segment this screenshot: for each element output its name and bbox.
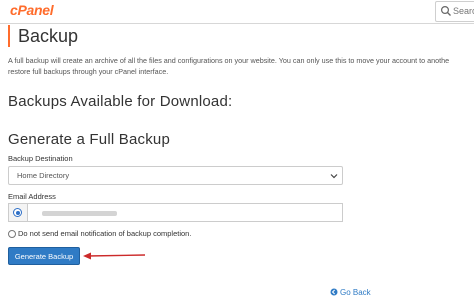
- generate-backup-heading: Generate a Full Backup: [8, 131, 170, 148]
- backup-destination-value: Home Directory: [17, 171, 70, 180]
- redacted-email-mask: [42, 211, 117, 216]
- backup-destination-label: Backup Destination: [8, 154, 73, 163]
- email-radio-cell: [9, 204, 28, 221]
- go-back-label[interactable]: Go Back: [340, 288, 371, 297]
- email-row: [8, 203, 355, 222]
- search-icon: [440, 5, 451, 16]
- no-notify-radio[interactable]: [8, 230, 16, 238]
- annotation-arrow-icon: [83, 252, 146, 260]
- cpanel-logo[interactable]: cPanel: [10, 2, 54, 18]
- intro-text: A full backup will create an archive of …: [8, 55, 474, 77]
- intro-line-2: restore full backups through your cPanel…: [8, 67, 169, 76]
- backup-destination-select[interactable]: Home Directory: [8, 166, 343, 185]
- intro-line-1: A full backup will create an archive of …: [8, 56, 450, 65]
- go-back-link[interactable]: Go Back: [330, 288, 371, 297]
- backups-available-heading: Backups Available for Download:: [8, 93, 233, 110]
- chevron-down-icon: [330, 174, 338, 179]
- page-title: Backup: [8, 25, 78, 47]
- email-notify-radio[interactable]: [13, 208, 22, 217]
- email-address-label: Email Address: [8, 192, 56, 201]
- search-box[interactable]: [435, 1, 474, 22]
- back-arrow-icon: [330, 288, 338, 296]
- no-notify-label[interactable]: Do not send email notification of backup…: [18, 229, 191, 238]
- generate-backup-button[interactable]: Generate Backup: [8, 247, 80, 265]
- top-bar: cPanel: [0, 0, 474, 24]
- search-input[interactable]: [453, 3, 474, 18]
